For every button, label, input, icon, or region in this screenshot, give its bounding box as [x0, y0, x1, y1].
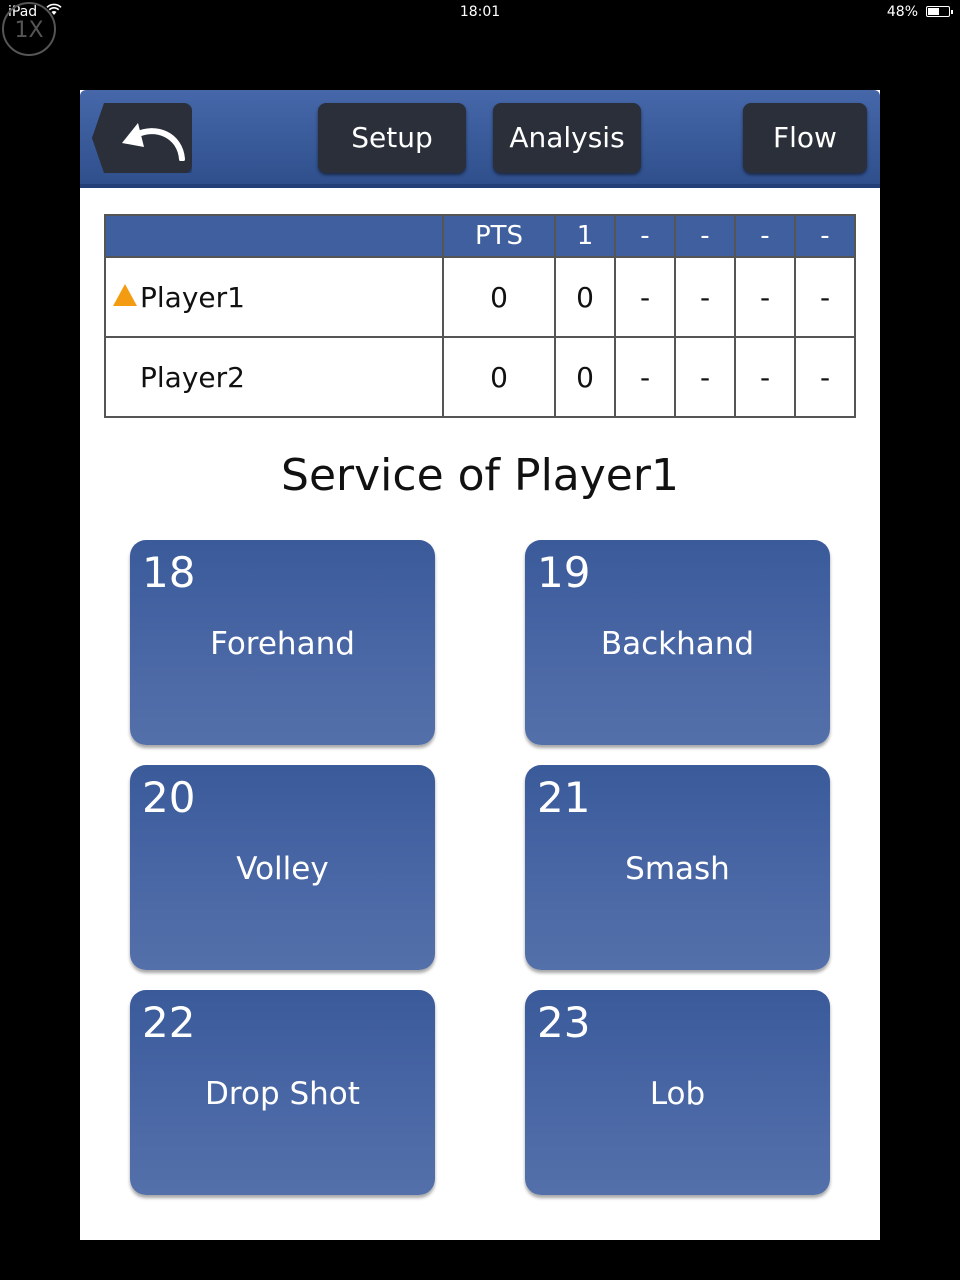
header-set-4: - — [734, 214, 796, 258]
header-pts: PTS — [442, 214, 556, 258]
shot-number: 22 — [142, 998, 196, 1047]
set-cell: - — [674, 336, 736, 418]
shot-button-volley[interactable]: 20 Volley — [130, 765, 435, 970]
back-button[interactable] — [92, 103, 192, 173]
undo-arrow-icon — [122, 123, 185, 161]
app-panel: Setup Analysis Flow PTS 1 - - - - Player… — [80, 90, 880, 1240]
battery-icon — [926, 6, 953, 17]
shot-label: Lob — [649, 1076, 706, 1112]
set-cell: 0 — [554, 336, 616, 418]
set-cell: - — [614, 336, 676, 418]
shot-button-drop-shot[interactable]: 22 Drop Shot — [130, 990, 435, 1195]
pts-cell: 0 — [442, 336, 556, 418]
header-set-2: - — [614, 214, 676, 258]
shot-label: Forehand — [210, 626, 355, 662]
service-title: Service of Player1 — [281, 450, 679, 501]
player-name-cell: Player2 — [104, 336, 444, 418]
score-table: PTS 1 - - - - Player1 0 0 - - - - Player… — [104, 214, 856, 418]
header-set-1: 1 — [554, 214, 616, 258]
zoom-badge[interactable]: 1X — [2, 2, 56, 56]
set-cell: - — [794, 336, 856, 418]
shot-number: 19 — [537, 548, 591, 597]
score-header-row: PTS 1 - - - - — [104, 214, 856, 258]
shot-button-forehand[interactable]: 18 Forehand — [130, 540, 435, 745]
shot-label: Drop Shot — [205, 1076, 360, 1112]
table-row: Player2 0 0 - - - - — [104, 336, 856, 418]
header-set-3: - — [674, 214, 736, 258]
set-cell: 0 — [554, 256, 616, 338]
shot-button-smash[interactable]: 21 Smash — [525, 765, 830, 970]
set-cell: - — [674, 256, 736, 338]
set-cell: - — [734, 336, 796, 418]
header-set-5: - — [794, 214, 856, 258]
shot-number: 21 — [537, 773, 591, 822]
table-row: Player1 0 0 - - - - — [104, 256, 856, 338]
pts-cell: 0 — [442, 256, 556, 338]
clock: 18:01 — [459, 4, 501, 20]
serve-indicator-icon — [113, 284, 137, 306]
toolbar: Setup Analysis Flow — [80, 90, 880, 188]
shot-number: 20 — [142, 773, 196, 822]
shot-label: Volley — [236, 851, 329, 887]
shot-button-backhand[interactable]: 19 Backhand — [525, 540, 830, 745]
shot-number: 18 — [142, 548, 196, 597]
player-name-cell: Player1 — [104, 256, 444, 338]
shot-label: Smash — [625, 851, 730, 887]
set-cell: - — [734, 256, 796, 338]
player-name: Player1 — [140, 280, 245, 314]
set-cell: - — [614, 256, 676, 338]
status-bar: iPad 18:01 48% — [0, 0, 960, 28]
analysis-button[interactable]: Analysis — [493, 103, 641, 173]
shot-button-lob[interactable]: 23 Lob — [525, 990, 830, 1195]
shot-label: Backhand — [600, 626, 755, 662]
flow-button[interactable]: Flow — [743, 103, 867, 173]
set-cell: - — [794, 256, 856, 338]
setup-button[interactable]: Setup — [318, 103, 466, 173]
shot-number: 23 — [537, 998, 591, 1047]
header-name — [104, 214, 444, 258]
player-name: Player2 — [140, 360, 245, 394]
battery-percent: 48% — [886, 4, 918, 20]
